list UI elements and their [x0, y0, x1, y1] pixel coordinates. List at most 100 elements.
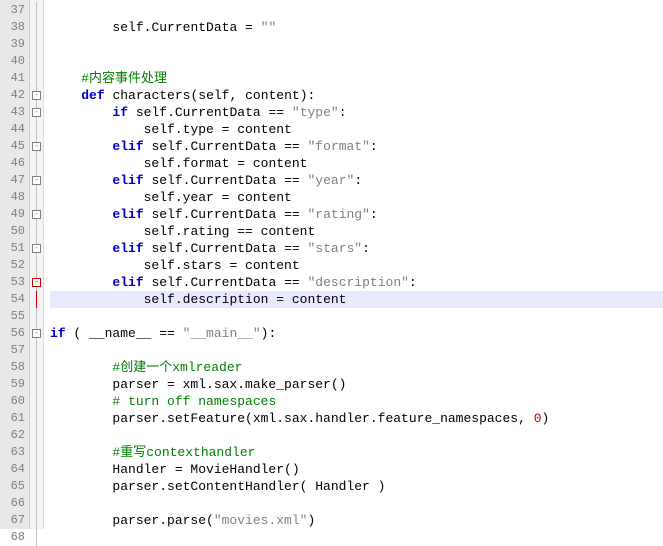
code-line[interactable]: self.type = content — [50, 121, 663, 138]
fold-row — [30, 70, 43, 87]
line-number: 67 — [0, 512, 29, 529]
fold-row: - — [30, 172, 43, 189]
fold-row — [30, 342, 43, 359]
fold-toggle-icon[interactable]: - — [32, 91, 41, 100]
fold-row — [30, 53, 43, 70]
fold-row — [30, 121, 43, 138]
fold-row — [30, 461, 43, 478]
fold-row — [30, 444, 43, 461]
code-line[interactable] — [50, 427, 663, 444]
line-number: 42 — [0, 87, 29, 104]
fold-toggle-icon[interactable]: - — [32, 108, 41, 117]
line-number: 52 — [0, 257, 29, 274]
fold-row: - — [30, 138, 43, 155]
code-line[interactable]: #重写contexthandler — [50, 444, 663, 461]
fold-toggle-icon[interactable]: - — [32, 210, 41, 219]
fold-row: - — [30, 206, 43, 223]
fold-row: - — [30, 274, 43, 291]
line-number: 38 — [0, 19, 29, 36]
fold-row — [30, 2, 43, 19]
line-number: 64 — [0, 461, 29, 478]
fold-row: - — [30, 240, 43, 257]
code-line[interactable] — [50, 495, 663, 512]
code-line[interactable]: elif self.CurrentData == "stars": — [50, 240, 663, 257]
code-line[interactable]: def characters(self, content): — [50, 87, 663, 104]
code-editor[interactable]: 3738394041424344454647484950515253545556… — [0, 0, 663, 529]
code-area[interactable]: self.CurrentData = "" #内容事件处理 def charac… — [44, 0, 663, 529]
fold-row: - — [30, 104, 43, 121]
line-number: 55 — [0, 308, 29, 325]
line-number: 59 — [0, 376, 29, 393]
code-line[interactable]: # turn off namespaces — [50, 393, 663, 410]
line-number-gutter: 3738394041424344454647484950515253545556… — [0, 0, 30, 529]
line-number: 49 — [0, 206, 29, 223]
line-number: 63 — [0, 444, 29, 461]
code-line[interactable]: #创建一个xmlreader — [50, 359, 663, 376]
code-line[interactable]: elif self.CurrentData == "format": — [50, 138, 663, 155]
fold-row — [30, 189, 43, 206]
code-line[interactable] — [50, 529, 663, 546]
fold-row — [30, 393, 43, 410]
fold-toggle-icon[interactable]: - — [32, 176, 41, 185]
line-number: 65 — [0, 478, 29, 495]
fold-row — [30, 427, 43, 444]
fold-row — [30, 36, 43, 53]
line-number: 58 — [0, 359, 29, 376]
fold-row — [30, 376, 43, 393]
code-line[interactable]: elif self.CurrentData == "year": — [50, 172, 663, 189]
line-number: 43 — [0, 104, 29, 121]
fold-row — [30, 257, 43, 274]
line-number: 60 — [0, 393, 29, 410]
code-line[interactable]: parser.setFeature(xml.sax.handler.featur… — [50, 410, 663, 427]
line-number: 37 — [0, 2, 29, 19]
line-number: 51 — [0, 240, 29, 257]
code-line[interactable]: self.rating == content — [50, 223, 663, 240]
code-line[interactable]: self.description = content — [50, 291, 663, 308]
code-line[interactable]: Handler = MovieHandler() — [50, 461, 663, 478]
code-line[interactable]: self.CurrentData = "" — [50, 19, 663, 36]
fold-row — [30, 291, 43, 308]
code-line[interactable] — [50, 308, 663, 325]
fold-toggle-icon[interactable]: - — [32, 244, 41, 253]
line-number: 39 — [0, 36, 29, 53]
fold-row — [30, 495, 43, 512]
fold-row — [30, 529, 43, 546]
code-line[interactable] — [50, 342, 663, 359]
fold-row: - — [30, 87, 43, 104]
code-line[interactable]: parser = xml.sax.make_parser() — [50, 376, 663, 393]
code-line[interactable]: self.format = content — [50, 155, 663, 172]
code-line[interactable]: elif self.CurrentData == "rating": — [50, 206, 663, 223]
line-number: 56 — [0, 325, 29, 342]
line-number: 47 — [0, 172, 29, 189]
line-number: 57 — [0, 342, 29, 359]
line-number: 66 — [0, 495, 29, 512]
code-line[interactable] — [50, 36, 663, 53]
line-number: 68 — [0, 529, 29, 546]
line-number: 62 — [0, 427, 29, 444]
code-line[interactable]: if ( __name__ == "__main__"): — [50, 325, 663, 342]
code-line[interactable] — [50, 53, 663, 70]
fold-row — [30, 19, 43, 36]
code-line[interactable]: parser.setContentHandler( Handler ) — [50, 478, 663, 495]
fold-toggle-icon[interactable]: - — [32, 142, 41, 151]
fold-row — [30, 410, 43, 427]
code-line[interactable]: self.year = content — [50, 189, 663, 206]
code-line[interactable]: parser.parse("movies.xml") — [50, 512, 663, 529]
line-number: 50 — [0, 223, 29, 240]
fold-row — [30, 512, 43, 529]
fold-gutter[interactable]: - - - - - - - - — [30, 0, 44, 529]
fold-row — [30, 155, 43, 172]
line-number: 45 — [0, 138, 29, 155]
fold-toggle-icon[interactable]: - — [32, 278, 41, 287]
line-number: 48 — [0, 189, 29, 206]
code-line[interactable]: self.stars = content — [50, 257, 663, 274]
fold-row — [30, 478, 43, 495]
code-line[interactable]: elif self.CurrentData == "description": — [50, 274, 663, 291]
code-line[interactable] — [50, 2, 663, 19]
line-number: 54 — [0, 291, 29, 308]
fold-row — [30, 308, 43, 325]
line-number: 41 — [0, 70, 29, 87]
code-line[interactable]: if self.CurrentData == "type": — [50, 104, 663, 121]
code-line[interactable]: #内容事件处理 — [50, 70, 663, 87]
fold-toggle-icon[interactable]: - — [32, 329, 41, 338]
